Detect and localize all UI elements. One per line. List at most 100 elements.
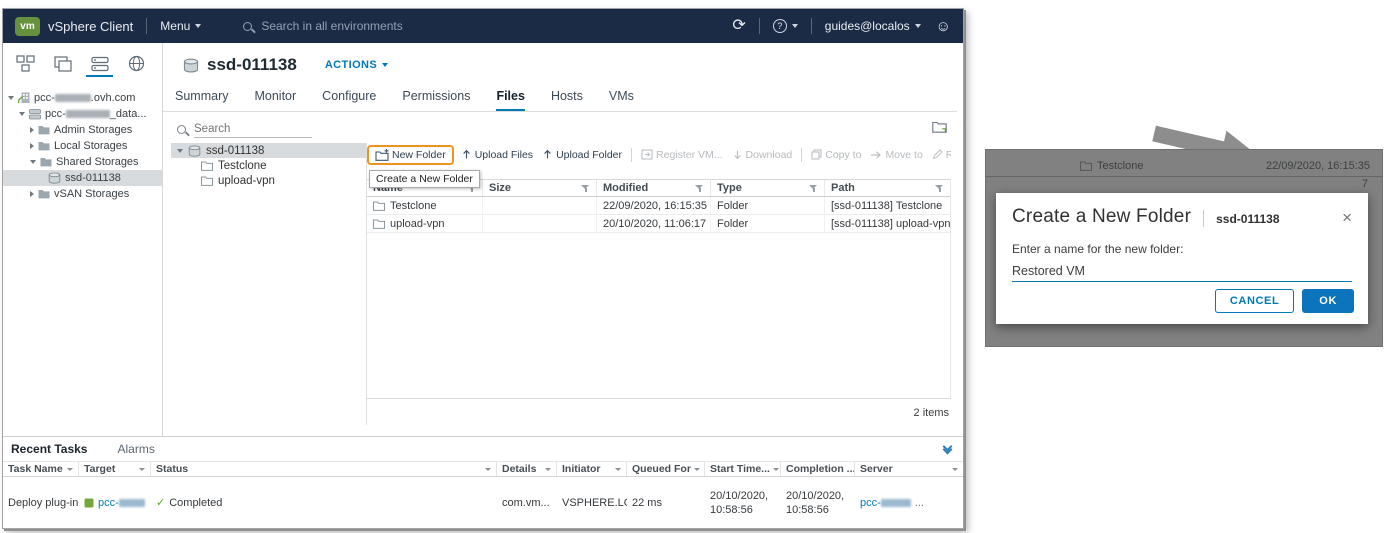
tab-permissions[interactable]: Permissions bbox=[402, 89, 470, 112]
file-modified: 22/09/2020, 16:15:35 bbox=[597, 197, 711, 214]
status-check-icon: ✓ bbox=[156, 496, 165, 509]
upload-files-button[interactable]: Upload Files bbox=[459, 149, 535, 161]
nav-vms-templates[interactable] bbox=[44, 50, 81, 77]
task-start-time: 20/10/2020,10:58:56 bbox=[705, 489, 781, 517]
browse-datastore-icon[interactable] bbox=[932, 121, 947, 133]
folder-icon bbox=[201, 161, 213, 171]
column-menu-icon[interactable] bbox=[694, 468, 700, 471]
help-menu[interactable]: ? bbox=[773, 19, 798, 33]
new-folder-label: New Folder bbox=[392, 149, 446, 161]
datastore-icon bbox=[183, 58, 199, 73]
column-menu-icon[interactable] bbox=[615, 468, 621, 471]
feedback-smiley-icon[interactable]: ☺ bbox=[936, 19, 951, 34]
tree-item-vsan-storages[interactable]: vSAN Storages bbox=[3, 186, 162, 202]
column-menu-icon[interactable] bbox=[773, 468, 779, 471]
column-menu-icon[interactable] bbox=[139, 468, 145, 471]
tree-item-admin-storages[interactable]: Admin Storages bbox=[3, 122, 162, 138]
expand-toggle-icon[interactable] bbox=[177, 149, 183, 153]
file-row-testclone[interactable]: Testclone 22/09/2020, 16:15:35 Folder [s… bbox=[367, 197, 950, 215]
task-target-link[interactable]: pcc- bbox=[98, 497, 145, 509]
filter-funnel-icon[interactable] bbox=[809, 184, 818, 193]
refresh-icon[interactable]: ⟳ bbox=[732, 18, 745, 34]
file-tree-folder-testclone[interactable]: Testclone bbox=[171, 158, 366, 173]
chevron-down-icon bbox=[195, 24, 201, 28]
search-icon bbox=[243, 22, 252, 31]
column-size-label: Size bbox=[489, 182, 511, 194]
task-completion-time: 20/10/2020,10:58:56 bbox=[781, 489, 855, 517]
collapse-panel-icon[interactable] bbox=[944, 445, 951, 453]
hosts-clusters-icon bbox=[16, 55, 35, 72]
files-pane: New Folder Upload Files Upload Folder bbox=[367, 141, 951, 423]
tab-files[interactable]: Files bbox=[496, 89, 525, 112]
expand-toggle-icon[interactable] bbox=[8, 96, 14, 100]
dimmed-file-row-partial: 7 bbox=[986, 178, 1382, 192]
filter-funnel-icon[interactable] bbox=[581, 184, 590, 193]
folder-icon bbox=[38, 141, 50, 151]
tasks-tabs: Recent Tasks Alarms bbox=[3, 437, 963, 461]
tab-monitor[interactable]: Monitor bbox=[254, 89, 296, 112]
help-icon: ? bbox=[773, 19, 787, 33]
column-menu-icon[interactable] bbox=[67, 468, 73, 471]
nav-hosts-clusters[interactable] bbox=[7, 50, 44, 77]
upload-folder-button[interactable]: Upload Folder bbox=[540, 149, 624, 161]
file-path: [ssd-011138] upload-vpn bbox=[825, 215, 950, 232]
column-menu-icon[interactable] bbox=[485, 468, 491, 471]
tree-item-shared-storages[interactable]: Shared Storages bbox=[3, 154, 162, 170]
file-tree-label: upload-vpn bbox=[218, 175, 275, 187]
nav-storage[interactable] bbox=[81, 50, 118, 77]
tree-item-ssd-011138[interactable]: ssd-011138 bbox=[3, 170, 162, 186]
file-name: upload-vpn bbox=[390, 218, 444, 230]
nav-networking[interactable] bbox=[118, 50, 155, 77]
network-icon bbox=[128, 55, 145, 72]
tree-item-vcenter[interactable]: pcc-.ovh.com bbox=[3, 90, 162, 106]
folder-name-input[interactable] bbox=[1012, 260, 1352, 282]
app-title: vSphere Client bbox=[48, 19, 133, 34]
file-path: [ssd-011138] Testclone bbox=[825, 197, 950, 214]
new-folder-button[interactable]: New Folder bbox=[373, 149, 448, 161]
vsphere-client-window: vm vSphere Client Menu Search in all env… bbox=[2, 8, 964, 529]
files-table: Name Size Modified Type Path Testclone 2… bbox=[367, 179, 951, 399]
file-row-upload-vpn[interactable]: upload-vpn 20/10/2020, 11:06:17 Folder [… bbox=[367, 215, 950, 233]
divider bbox=[811, 18, 812, 34]
file-modified: 20/10/2020, 11:06:17 bbox=[597, 215, 711, 232]
column-menu-icon[interactable] bbox=[952, 468, 958, 471]
global-search-input[interactable]: Search in all environments bbox=[243, 19, 402, 33]
task-server-ellipsis: ... bbox=[915, 497, 924, 509]
expand-toggle-icon[interactable] bbox=[19, 112, 25, 116]
redacted-text bbox=[119, 499, 145, 507]
filter-funnel-icon[interactable] bbox=[695, 184, 704, 193]
column-start-time: Start Time... bbox=[710, 463, 770, 475]
file-tree-label: ssd-011138 bbox=[206, 145, 264, 157]
folder-icon bbox=[373, 219, 385, 229]
tab-summary[interactable]: Summary bbox=[175, 89, 228, 112]
tab-vms[interactable]: VMs bbox=[609, 89, 634, 112]
upload-files-label: Upload Files bbox=[475, 149, 533, 161]
task-status: Completed bbox=[169, 497, 222, 509]
filter-funnel-icon[interactable] bbox=[935, 184, 944, 193]
tab-alarms[interactable]: Alarms bbox=[117, 442, 154, 456]
menu-button[interactable]: Menu bbox=[160, 19, 201, 33]
task-row[interactable]: Deploy plug-in pcc- ✓ Completed com.vm..… bbox=[3, 477, 963, 528]
screenshot-canvas: vm vSphere Client Menu Search in all env… bbox=[0, 0, 1400, 533]
files-search-input[interactable] bbox=[194, 121, 312, 138]
tree-item-datastore-cluster[interactable]: pcc-_data... bbox=[3, 106, 162, 122]
cancel-button[interactable]: CANCEL bbox=[1215, 289, 1294, 313]
actions-button[interactable]: ACTIONS bbox=[325, 59, 388, 71]
expand-toggle-icon[interactable] bbox=[30, 160, 36, 164]
tab-hosts[interactable]: Hosts bbox=[551, 89, 583, 112]
file-tree-root[interactable]: ssd-011138 bbox=[171, 143, 366, 158]
tree-item-local-storages[interactable]: Local Storages bbox=[3, 138, 162, 154]
user-menu[interactable]: guides@localos bbox=[825, 19, 921, 33]
expand-toggle-icon[interactable] bbox=[30, 127, 34, 133]
expand-toggle-icon[interactable] bbox=[30, 191, 34, 197]
file-tree-folder-upload-vpn[interactable]: upload-vpn bbox=[171, 173, 366, 188]
target-icon bbox=[84, 498, 94, 508]
expand-toggle-icon[interactable] bbox=[30, 143, 34, 149]
dialog-zoom-callout: Testclone 22/09/2020, 16:15:35 7 Create … bbox=[986, 150, 1382, 346]
column-menu-icon[interactable] bbox=[545, 468, 551, 471]
task-server-link[interactable]: pcc- bbox=[860, 497, 911, 509]
close-icon[interactable]: × bbox=[1342, 209, 1352, 226]
tab-recent-tasks[interactable]: Recent Tasks bbox=[11, 442, 87, 456]
ok-button[interactable]: OK bbox=[1302, 289, 1354, 313]
tab-configure[interactable]: Configure bbox=[322, 89, 376, 112]
